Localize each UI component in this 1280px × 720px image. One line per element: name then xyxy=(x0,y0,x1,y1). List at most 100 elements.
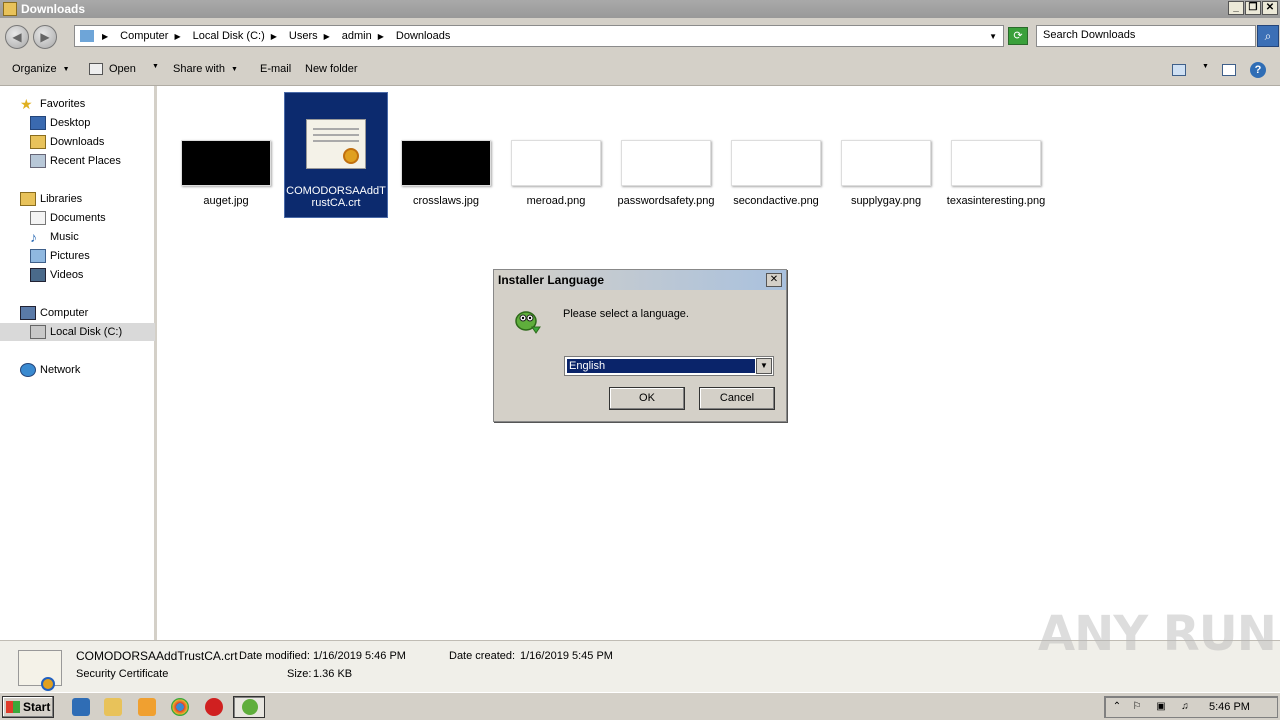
window-title: Downloads xyxy=(21,2,86,16)
chevron-down-icon[interactable]: ▼ xyxy=(756,358,772,374)
sidebar-item-computer[interactable]: Computer xyxy=(20,304,88,322)
new-folder-label: New folder xyxy=(305,63,358,75)
installer-taskbar-button[interactable] xyxy=(233,696,265,718)
breadcrumb-downloads[interactable]: Downloads xyxy=(396,30,450,42)
file-item[interactable]: passwordsafety.png xyxy=(614,140,718,207)
internet-explorer-icon[interactable] xyxy=(72,698,90,716)
restore-button[interactable]: ❐ xyxy=(1245,1,1261,15)
refresh-button[interactable]: ⟳ xyxy=(1008,27,1028,45)
help-icon[interactable]: ? xyxy=(1250,62,1266,78)
media-player-icon[interactable] xyxy=(138,698,156,716)
size-value: 1.36 KB xyxy=(313,668,353,680)
sidebar-item-label: Computer xyxy=(40,307,89,319)
file-name: texasinteresting.png xyxy=(946,195,1046,207)
file-name: crosslaws.jpg xyxy=(412,195,480,207)
sidebar-item-label: Libraries xyxy=(40,193,83,205)
search-icon[interactable]: ⌕ xyxy=(1257,25,1279,47)
breadcrumb-separator[interactable]: ▶ xyxy=(271,32,283,41)
breadcrumb-separator[interactable]: ▶ xyxy=(378,32,390,41)
dialog-close-button[interactable]: ✕ xyxy=(766,273,782,287)
file-item[interactable]: secondactive.png xyxy=(724,140,828,207)
file-item[interactable]: supplygay.png xyxy=(834,140,938,207)
sidebar-item-documents[interactable]: Documents xyxy=(30,209,106,227)
taskbar-clock[interactable]: 5:46 PM xyxy=(1209,701,1250,713)
start-button[interactable]: Start xyxy=(2,696,54,718)
sidebar-item-music[interactable]: ♪ Music xyxy=(30,228,79,246)
open-icon xyxy=(89,63,103,75)
show-hidden-icons-icon[interactable]: ⌃ xyxy=(1111,701,1123,713)
command-toolbar: Organize ▼ Open ▼ Share with ▼ E-mail New … xyxy=(0,54,1280,86)
breadcrumb-computer[interactable]: Computer xyxy=(120,30,168,42)
file-item[interactable]: meroad.png xyxy=(504,140,608,207)
navigation-pane: ★ Favorites Desktop Downloads Recent Pla… xyxy=(0,86,157,640)
cancel-button[interactable]: Cancel xyxy=(699,387,775,410)
sidebar-item-network[interactable]: Network xyxy=(20,361,80,379)
date-created-value: 1/16/2019 5:45 PM xyxy=(520,650,613,662)
language-select[interactable]: English ▼ xyxy=(564,356,774,376)
documents-icon xyxy=(30,211,46,225)
folder-icon xyxy=(3,2,17,16)
breadcrumb-local-disk[interactable]: Local Disk (C:) xyxy=(193,30,265,42)
file-name: passwordsafety.png xyxy=(617,195,715,207)
share-with-button[interactable]: Share with ▼ xyxy=(173,63,238,75)
file-explorer-icon[interactable] xyxy=(104,698,122,716)
music-icon: ♪ xyxy=(30,229,37,245)
address-bar[interactable]: ▶ Computer ▶ Local Disk (C:) ▶ Users ▶ a… xyxy=(74,25,1004,47)
sidebar-item-favorites[interactable]: ★ Favorites xyxy=(20,95,85,113)
chrome-icon[interactable] xyxy=(171,698,189,716)
view-dropdown-button[interactable]: ▼ xyxy=(1196,63,1209,70)
back-button[interactable]: ◀ xyxy=(5,25,29,49)
forward-button[interactable]: ▶ xyxy=(33,25,57,49)
sidebar-item-label: Downloads xyxy=(50,136,105,148)
organize-button[interactable]: Organize ▼ xyxy=(12,63,70,75)
window-controls: _ ❐ ✕ xyxy=(1228,1,1278,15)
file-item-selected[interactable]: COMODORSAAddTrustCA.crt xyxy=(284,92,388,218)
volume-icon[interactable]: ♫ xyxy=(1179,701,1191,713)
change-view-icon[interactable] xyxy=(1172,64,1186,76)
file-name: COMODORSAAddTrustCA.crt xyxy=(286,185,386,209)
desktop-icon xyxy=(30,116,46,130)
network-tray-icon[interactable]: ▣ xyxy=(1155,701,1167,713)
sidebar-item-local-disk[interactable]: Local Disk (C:) xyxy=(0,323,155,341)
sidebar-item-recent-places[interactable]: Recent Places xyxy=(30,152,121,170)
sidebar-item-downloads[interactable]: Downloads xyxy=(30,133,104,151)
breadcrumb-admin[interactable]: admin xyxy=(342,30,372,42)
installer-icon xyxy=(242,699,258,715)
close-button[interactable]: ✕ xyxy=(1262,1,1278,15)
preview-pane-icon[interactable] xyxy=(1222,64,1236,76)
open-label: Open xyxy=(109,63,136,75)
file-thumbnail xyxy=(401,140,491,186)
action-center-flag-icon[interactable]: ⚐ xyxy=(1131,701,1143,713)
sidebar-item-libraries[interactable]: Libraries xyxy=(20,190,82,208)
disk-icon xyxy=(30,325,46,339)
minimize-button[interactable]: _ xyxy=(1228,1,1244,15)
address-row: ◀ ▶ ▶ Computer ▶ Local Disk (C:) ▶ Users… xyxy=(0,18,1280,54)
sidebar-item-label: Desktop xyxy=(50,117,91,129)
file-name: secondactive.png xyxy=(733,195,819,207)
dialog-message: Please select a language. xyxy=(563,308,689,320)
breadcrumb-separator[interactable]: ▶ xyxy=(324,32,336,41)
file-item[interactable]: crosslaws.jpg xyxy=(394,140,498,207)
file-thumbnail xyxy=(621,140,711,186)
sidebar-item-videos[interactable]: Videos xyxy=(30,266,83,284)
search-input[interactable]: Search Downloads xyxy=(1036,25,1256,47)
ok-button[interactable]: OK xyxy=(609,387,685,410)
libraries-icon xyxy=(20,192,36,206)
sidebar-item-label: Favorites xyxy=(40,98,86,110)
opera-icon[interactable] xyxy=(205,698,223,716)
file-thumbnail xyxy=(181,140,271,186)
new-folder-button[interactable]: New folder xyxy=(305,63,358,75)
open-dropdown-button[interactable]: ▼ xyxy=(146,63,159,70)
breadcrumb-users[interactable]: Users xyxy=(289,30,318,42)
file-item[interactable]: auget.jpg xyxy=(174,140,278,207)
file-thumbnail xyxy=(511,140,601,186)
breadcrumb-separator[interactable]: ▶ xyxy=(174,32,186,41)
email-button[interactable]: E-mail xyxy=(260,63,291,75)
sidebar-item-desktop[interactable]: Desktop xyxy=(30,114,90,132)
recent-places-icon xyxy=(30,154,46,168)
file-item[interactable]: texasinteresting.png xyxy=(944,140,1048,207)
address-dropdown-icon[interactable]: ▼ xyxy=(989,32,997,41)
open-button[interactable]: Open xyxy=(89,63,136,75)
sidebar-item-pictures[interactable]: Pictures xyxy=(30,247,90,265)
breadcrumb-separator[interactable]: ▶ xyxy=(102,32,114,41)
